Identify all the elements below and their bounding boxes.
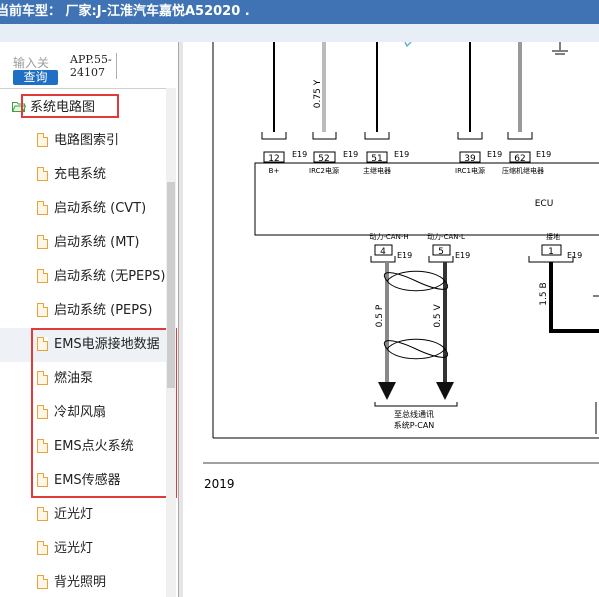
search-button[interactable]: 查询 (13, 70, 58, 85)
connector-bracket (457, 132, 483, 140)
scrollbar-thumb[interactable] (167, 182, 175, 388)
connector-id: E19 (394, 150, 409, 159)
pin-name: B+ (269, 167, 280, 175)
bus-label-line1: 至总线通讯 (394, 409, 434, 419)
connector-id: E19 (343, 150, 358, 159)
toolbar-strip (0, 24, 599, 43)
pin-number: 4 (380, 247, 386, 257)
tree-item-charging-system[interactable]: 充电系统 (0, 158, 168, 192)
app-code: APP.55- 24107 (70, 53, 117, 79)
app-code-line1: APP.55- (70, 53, 112, 66)
left-navigation-panel: 输入关 查询 APP.55- 24107 系统电路图 电路图索引 充电系统 启动… (0, 42, 179, 597)
tree-item-circuit-index[interactable]: 电路图索引 (0, 124, 168, 158)
connector-id: E19 (567, 251, 582, 260)
annotation-highlight-ems-group (31, 328, 177, 498)
pin-number: 1 (548, 247, 554, 257)
wire-label-can-h: 0.5 P (375, 304, 385, 327)
wire-label-can-l: 0.5 V (433, 303, 443, 327)
window-title-bar: 当前车型： 厂家:J-江淮汽车嘉悦A52020 . (0, 0, 599, 24)
pin-name: 接地 (546, 232, 560, 241)
tree-item-start-peps[interactable]: 启动系统 (PEPS) (0, 294, 168, 328)
document-icon (37, 235, 48, 249)
window-title: 当前车型： 厂家:J-江淮汽车嘉悦A52020 . (0, 4, 250, 19)
tree-item-low-beam[interactable]: 近光灯 (0, 498, 168, 532)
pin-name: 动力-CAN-L (427, 232, 465, 241)
search-label: 输入关 (13, 56, 50, 70)
connector-id: E19 (292, 150, 307, 159)
document-icon (37, 575, 48, 589)
document-icon (37, 201, 48, 215)
connector-id: E19 (536, 150, 551, 159)
connector-bracket (261, 132, 287, 140)
ecu-label: ECU (535, 199, 554, 209)
annotation-highlight-root (21, 94, 119, 118)
connector-bracket (364, 132, 390, 140)
wiring-diagram-svg: 0.75 Y 12 E19 B+ 52 E19 IRC2电源 51 E19 主继… (203, 42, 599, 491)
wiring-diagram-view: 0.75 Y 12 E19 B+ 52 E19 IRC2电源 51 E19 主继… (183, 42, 599, 597)
connector-id: E19 (455, 251, 470, 260)
pin-number: 5 (438, 247, 444, 257)
tree-scrollbar[interactable] (166, 88, 176, 597)
bus-bracket (374, 402, 458, 407)
document-icon (37, 303, 48, 317)
tree-item-high-beam[interactable]: 远光灯 (0, 532, 168, 566)
arrow-down-icon (436, 382, 454, 400)
tree-item-start-cvt[interactable]: 启动系统 (CVT) (0, 192, 168, 226)
tree-item-start-no-peps[interactable]: 启动系统 (无PEPS) (0, 260, 168, 294)
pin-name: 动力-CAN-H (369, 232, 408, 241)
tree-item-start-mt[interactable]: 启动系统 (MT) (0, 226, 168, 260)
document-icon (37, 541, 48, 555)
pin-name: 主继电器 (363, 166, 391, 175)
pin-name: 压缩机继电器 (502, 166, 544, 175)
connector-bracket (312, 132, 337, 140)
document-icon (37, 133, 48, 147)
tree-item-backlight[interactable]: 背光照明 (0, 566, 168, 597)
divider (0, 88, 170, 89)
app-code-line2: 24107 (70, 66, 105, 79)
connector-id: E19 (397, 251, 412, 260)
page-footer-year: 2019 (204, 477, 235, 491)
document-icon (37, 269, 48, 283)
wire-label-top: 0.75 Y (313, 79, 323, 108)
document-icon (37, 507, 48, 521)
wire-label-ground: 1.5 B (539, 282, 549, 305)
document-icon (37, 167, 48, 181)
diagram-fragment (404, 42, 412, 48)
connector-bracket (507, 132, 533, 140)
pin-name: IRC1电源 (455, 166, 485, 175)
connector-id: E19 (487, 150, 502, 159)
arrow-down-icon (378, 382, 396, 400)
bus-label-line2: 系统P-CAN (394, 420, 435, 430)
pin-name: IRC2电源 (309, 166, 339, 175)
